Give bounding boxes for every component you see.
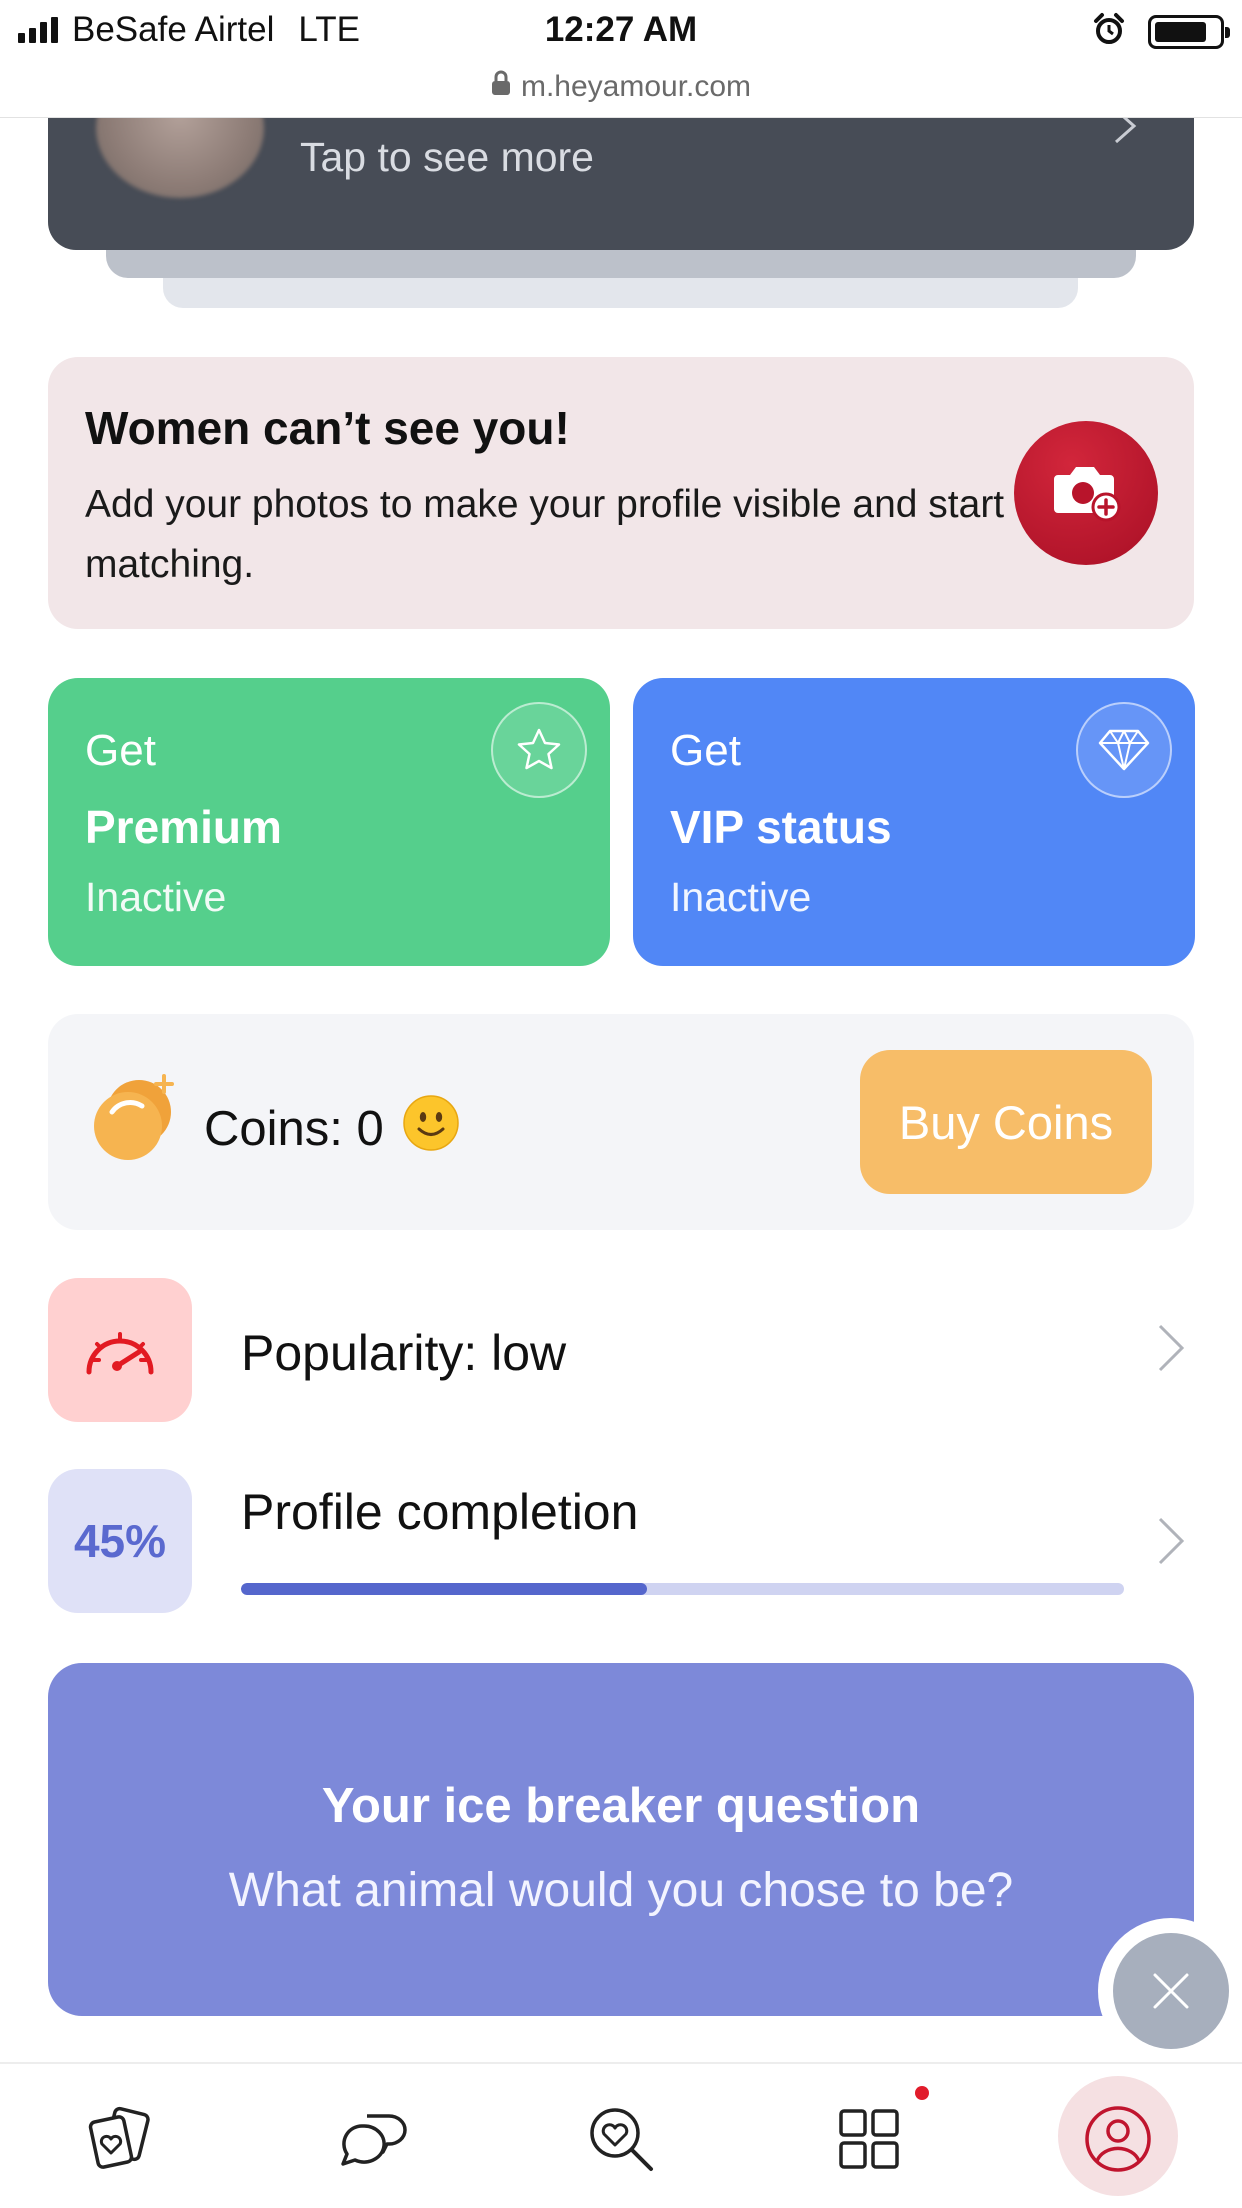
chat-bubbles-icon (337, 2108, 409, 2175)
clock: 12:27 AM (544, 10, 698, 49)
chevron-right-icon (1156, 1322, 1186, 1379)
buy-coins-button[interactable]: Buy Coins (860, 1050, 1152, 1194)
vip-prefix: Get (670, 726, 741, 775)
completion-label: Profile completion (241, 1484, 639, 1540)
url-text: m.heyamour.com (520, 70, 752, 103)
vip-title: VIP status (670, 801, 892, 853)
coins-balance: Coins: 0 (204, 1094, 460, 1164)
nav-search[interactable] (566, 2086, 676, 2196)
ice-breaker-card[interactable]: Your ice breaker question What animal wo… (48, 1663, 1194, 2016)
premium-tile[interactable]: Get Premium Inactive (48, 678, 610, 966)
chevron-right-icon (1112, 118, 1140, 151)
avatar (96, 118, 264, 198)
popularity-row[interactable]: Popularity: low (48, 1278, 1194, 1422)
tap-to-see-more: Tap to see more (300, 134, 594, 180)
completion-progress-bar (241, 1583, 1124, 1595)
nav-chats[interactable] (318, 2086, 428, 2196)
cards-heart-icon (86, 2105, 158, 2178)
star-icon (491, 702, 587, 798)
notification-dot (915, 2086, 929, 2100)
search-heart-icon (585, 2103, 657, 2180)
camera-plus-icon (1050, 461, 1122, 526)
address-bar[interactable]: m.heyamour.com (0, 70, 1242, 104)
diamond-icon (1076, 702, 1172, 798)
premium-status: Inactive (85, 874, 227, 920)
vip-tile[interactable]: Get VIP status Inactive (633, 678, 1195, 966)
smiley-icon (402, 1094, 460, 1164)
warning-text: Add your photos to make your profile vis… (85, 483, 1005, 586)
close-icon (1113, 1933, 1229, 2049)
nav-cards[interactable] (67, 2086, 177, 2196)
coins-card: Coins: 0 Buy Coins (48, 1014, 1194, 1230)
alarm-icon (1092, 12, 1126, 51)
popularity-label: Popularity: low (241, 1325, 567, 1381)
completion-badge: 45% (48, 1469, 192, 1613)
no-photos-warning-card[interactable]: Women can’t see you! Add your photos to … (48, 357, 1194, 629)
warning-title: Women can’t see you! (85, 402, 570, 454)
completion-progress-fill (241, 1583, 648, 1595)
chevron-right-icon (1156, 1515, 1186, 1572)
bottom-navigation (0, 2062, 1242, 2208)
ice-breaker-question: What animal would you chose to be? (228, 1864, 1014, 1917)
add-photo-button[interactable] (1014, 421, 1158, 565)
profile-completion-row[interactable]: 45% Profile completion (48, 1469, 1194, 1613)
status-bar: BeSafe Airtel LTE 12:27 AM m.heyamour.co… (0, 0, 1242, 118)
coins-label: Coins: 0 (204, 1102, 384, 1156)
premium-prefix: Get (85, 726, 156, 775)
speedometer-icon (48, 1278, 192, 1422)
grid-icon (837, 2107, 901, 2176)
nav-profile[interactable] (1063, 2086, 1173, 2196)
premium-title: Premium (85, 801, 282, 853)
user-icon (1082, 2103, 1154, 2180)
battery-icon (1148, 14, 1230, 49)
status-bar-right (1092, 12, 1230, 51)
ice-breaker-title: Your ice breaker question (321, 1779, 921, 1833)
vip-status: Inactive (670, 874, 812, 920)
completion-percent: 45% (73, 1515, 167, 1567)
profile-card[interactable]: Tap to see more (48, 118, 1194, 250)
coins-icon (84, 1072, 180, 1173)
nav-apps[interactable] (814, 2086, 924, 2196)
close-button[interactable] (1098, 1918, 1242, 2064)
lock-icon (491, 70, 511, 104)
